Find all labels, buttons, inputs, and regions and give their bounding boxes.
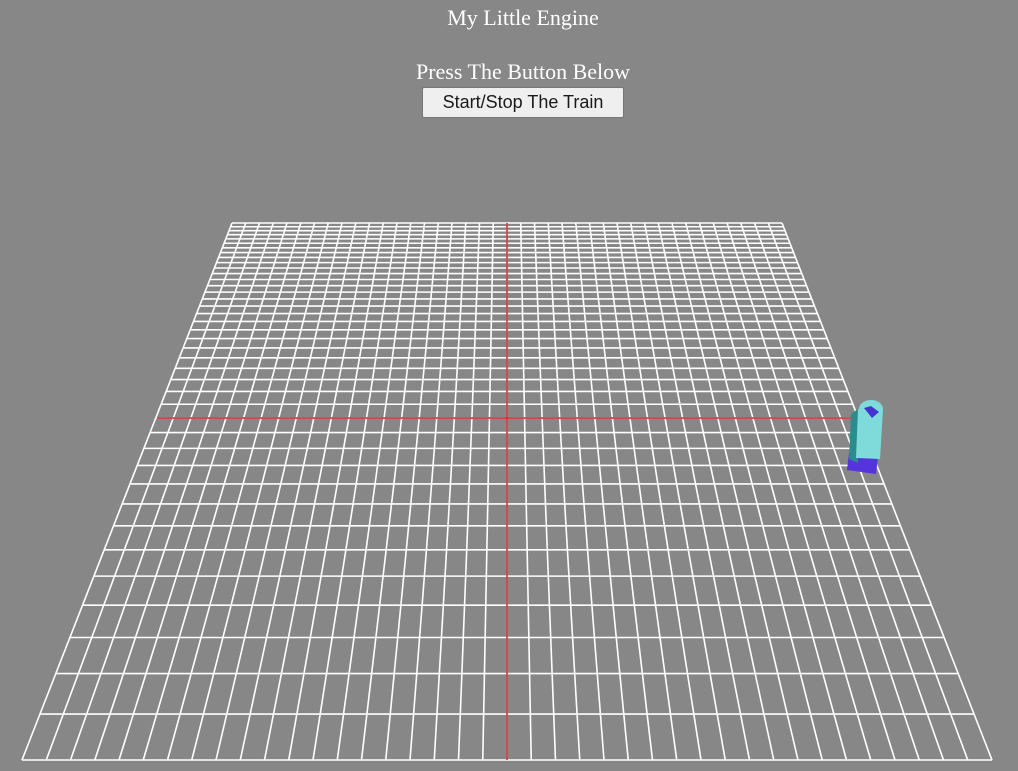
grid-line-depth	[781, 222, 993, 761]
grid-line-depth	[753, 222, 945, 761]
grid-line-depth	[409, 222, 453, 761]
grid-line-depth	[481, 222, 495, 761]
grid-line-depth	[533, 222, 557, 761]
grid-line-depth	[739, 222, 921, 761]
grid-line-depth	[684, 222, 824, 761]
grid-line-depth	[336, 222, 412, 761]
start-stop-train-button[interactable]: Start/Stop The Train	[422, 87, 624, 118]
grid-line-depth	[629, 222, 727, 761]
train-base	[847, 453, 878, 474]
grid-line-depth	[767, 222, 969, 761]
grid-line-depth	[671, 222, 799, 761]
ground-grid	[21, 222, 993, 761]
grid-line-depth	[239, 222, 357, 761]
grid-line-depth	[643, 222, 751, 761]
train-top	[859, 400, 883, 418]
grid-line-depth	[726, 222, 896, 761]
grid-line-depth	[360, 222, 426, 761]
grid-line-depth	[166, 222, 316, 761]
train-cab-window	[864, 406, 879, 418]
grid-line-depth	[561, 222, 605, 761]
grid-line-depth	[519, 222, 533, 761]
grid-line-depth	[93, 222, 275, 761]
grid-line-depth	[287, 222, 385, 761]
grid-line-depth	[45, 222, 247, 761]
grid-line-depth	[602, 222, 678, 761]
grid-line-depth	[21, 222, 233, 761]
instruction-text: Press The Button Below	[415, 59, 631, 84]
train-body	[856, 409, 883, 459]
train-side	[849, 409, 858, 463]
grid-line-depth	[312, 222, 398, 761]
grid-line-depth	[457, 222, 481, 761]
grid-line-depth	[547, 222, 581, 761]
grid-line-depth	[69, 222, 261, 761]
page: My Little Engine Press The Button Below …	[0, 0, 1018, 771]
grid-line-depth	[698, 222, 848, 761]
train-engine	[847, 400, 883, 474]
grid-line-depth	[142, 222, 302, 761]
grid-line-depth	[263, 222, 371, 761]
grid-line-depth	[712, 222, 872, 761]
grid-line-depth	[118, 222, 288, 761]
grid-line-depth	[657, 222, 775, 761]
grid-line-depth	[433, 222, 467, 761]
grid-line-depth	[384, 222, 440, 761]
grid-line-depth	[574, 222, 630, 761]
grid-line-depth	[215, 222, 343, 761]
grid-line-depth	[588, 222, 654, 761]
grid-line-depth	[616, 222, 702, 761]
page-title: My Little Engine	[447, 5, 599, 30]
grid-line-depth	[190, 222, 330, 761]
